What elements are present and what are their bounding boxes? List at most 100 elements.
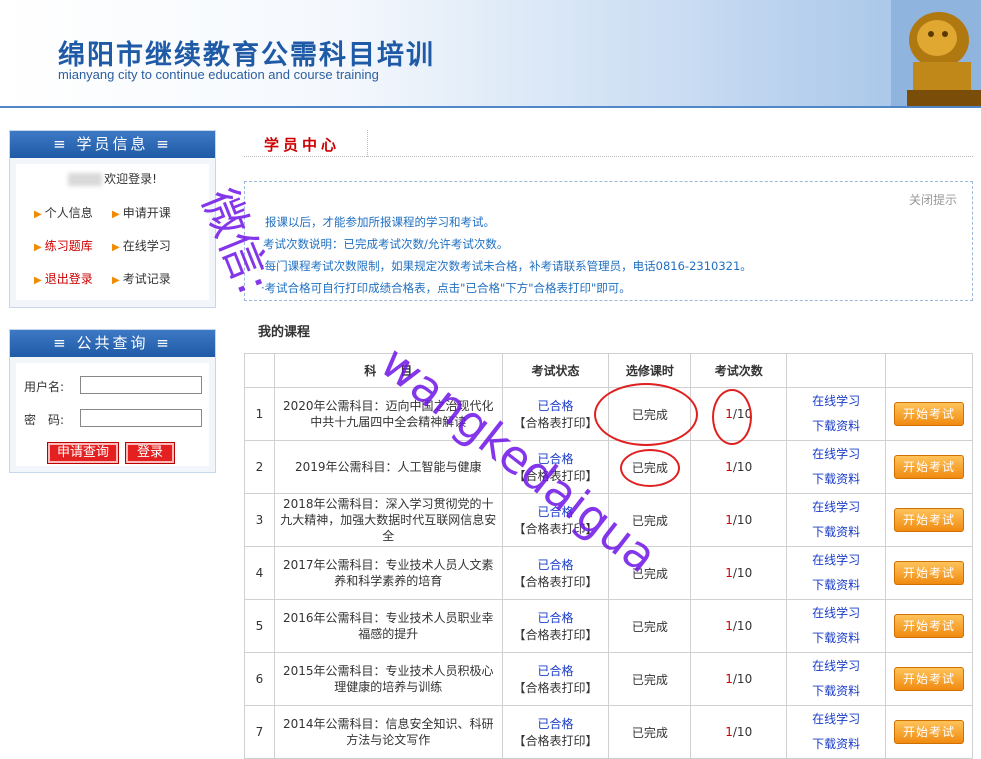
exam-status-cell: 已合格 【合格表打印】 (501, 387, 610, 441)
exam-count: 1/10 (690, 546, 788, 600)
public-query-body: 用户名: 密 码: 申请查询 登录 (16, 363, 209, 466)
link-practice-bank[interactable]: ▶ 练习题库 (34, 237, 93, 254)
passed-link[interactable]: 已合格 (503, 662, 609, 679)
download-materials-link[interactable]: 下载资料 (787, 732, 885, 757)
passed-link[interactable]: 已合格 (503, 397, 609, 414)
table-row: 5 2016年公需科目：专业技术人员职业幸福感的提升 已合格 【合格表打印】 已完成 1/… (244, 599, 974, 653)
print-certificate-link[interactable]: 【合格表打印】 (503, 414, 609, 431)
link-apply-course[interactable]: ▶ 申请开课 (112, 204, 171, 221)
menu-icon: ≡ (148, 334, 172, 352)
public-query-panel: ≡ 公共查询 ≡ 用户名: 密 码: 申请查询 登录 (9, 329, 216, 473)
arrow-right-icon: ▶ (34, 275, 42, 286)
student-info-body: 欢迎登录! ▶ 个人信息 ▶ 申请开课 ▶ 练习题库 ▶ 在线学习 ▶ 退出登录 ▶ 考试记… (16, 164, 209, 300)
table-header-row: 科 目 考试状态 选修课时 考试次数 (244, 353, 974, 388)
exam-status-cell: 已合格 【合格表打印】 (501, 652, 610, 706)
start-exam-button[interactable]: 开始考试 (893, 402, 964, 426)
print-certificate-link[interactable]: 【合格表打印】 (503, 732, 609, 749)
print-certificate-link[interactable]: 【合格表打印】 (503, 626, 609, 643)
print-certificate-link[interactable]: 【合格表打印】 (503, 573, 609, 590)
download-materials-link[interactable]: 下载资料 (787, 520, 885, 545)
notice-box: 关闭提示 报课以后，才能参加所报课程的学习和考试。 考试次数说明：已完成考试次数… (244, 181, 973, 301)
col-header-exam-status: 考试状态 (501, 353, 610, 388)
exam-count-done: 1 (725, 460, 733, 474)
print-certificate-link[interactable]: 【合格表打印】 (503, 520, 609, 537)
exam-count-total: /10 (732, 672, 753, 686)
online-study-link[interactable]: 在线学习 (787, 654, 885, 679)
start-exam-button[interactable]: 开始考试 (893, 667, 964, 691)
exam-count-total: /10 (732, 513, 753, 527)
col-header-elective-hours: 选修课时 (608, 353, 692, 388)
exam-count-done: 1 (725, 513, 733, 527)
start-exam-button[interactable]: 开始考试 (893, 720, 964, 744)
elective-hours: 已完成 (608, 652, 692, 706)
exam-count-done: 1 (725, 407, 733, 421)
online-study-link[interactable]: 在线学习 (787, 442, 885, 467)
download-materials-link[interactable]: 下载资料 (787, 573, 885, 598)
col-header-exam-count: 考试次数 (690, 353, 788, 388)
download-materials-link[interactable]: 下载资料 (787, 679, 885, 704)
arrow-right-icon: ▶ (34, 209, 42, 220)
link-online-study[interactable]: ▶ 在线学习 (112, 237, 171, 254)
download-materials-link[interactable]: 下载资料 (787, 467, 885, 492)
passed-link[interactable]: 已合格 (503, 503, 609, 520)
link-label: 在线学习 (122, 239, 171, 253)
exam-count-total: /10 (732, 619, 753, 633)
action-cell: 开始考试 (884, 652, 974, 706)
public-query-title: 公共查询 (76, 334, 149, 352)
exam-count: 1/10 (690, 599, 788, 653)
passed-link[interactable]: 已合格 (503, 609, 609, 626)
links-cell: 在线学习 下载资料 (786, 387, 886, 441)
menu-icon: ≡ (148, 135, 172, 153)
col-header-actions (884, 353, 974, 388)
elective-hours: 已完成 (608, 705, 692, 759)
link-label: 个人信息 (44, 206, 93, 220)
passed-link[interactable]: 已合格 (503, 556, 609, 573)
exam-status-cell: 已合格 【合格表打印】 (501, 599, 610, 653)
link-logout[interactable]: ▶ 退出登录 (34, 270, 93, 287)
exam-count-total: /10 (732, 566, 753, 580)
passed-link[interactable]: 已合格 (503, 450, 609, 467)
row-number: 7 (244, 705, 275, 759)
row-number: 5 (244, 599, 275, 653)
download-materials-link[interactable]: 下载资料 (787, 414, 885, 439)
close-tip-link[interactable]: 关闭提示 (909, 191, 957, 208)
col-header-no (244, 353, 275, 388)
exam-count: 1/10 (690, 493, 788, 547)
tab-member-center[interactable]: 学员中心 (264, 134, 340, 155)
action-cell: 开始考试 (884, 599, 974, 653)
online-study-link[interactable]: 在线学习 (787, 601, 885, 626)
table-row: 2 2019年公需科目：人工智能与健康 已合格 【合格表打印】 已完成 1/10 在线学习下… (244, 440, 974, 494)
online-study-link[interactable]: 在线学习 (787, 707, 885, 732)
online-study-link[interactable]: 在线学习 (787, 548, 885, 573)
lion-statue-logo (891, 0, 981, 106)
row-number: 2 (244, 440, 275, 494)
link-exam-records[interactable]: ▶ 考试记录 (112, 270, 171, 287)
online-study-link[interactable]: 在线学习 (787, 389, 885, 414)
login-button[interactable]: 登录 (125, 442, 175, 464)
start-exam-button[interactable]: 开始考试 (893, 561, 964, 585)
download-materials-link[interactable]: 下载资料 (787, 626, 885, 651)
row-number: 6 (244, 652, 275, 706)
links-cell: 在线学习 下载资料 (786, 440, 886, 494)
passed-link[interactable]: 已合格 (503, 715, 609, 732)
arrow-right-icon: ▶ (34, 242, 42, 253)
apply-query-button[interactable]: 申请查询 (47, 442, 119, 464)
links-cell: 在线学习 下载资料 (786, 546, 886, 600)
start-exam-button[interactable]: 开始考试 (893, 508, 964, 532)
link-label: 退出登录 (44, 272, 93, 286)
tab-divider (367, 130, 368, 157)
print-certificate-link[interactable]: 【合格表打印】 (503, 467, 609, 484)
username-input[interactable] (80, 376, 202, 394)
online-study-link[interactable]: 在线学习 (787, 495, 885, 520)
public-query-header: ≡ 公共查询 ≡ (10, 330, 215, 357)
elective-hours: 已完成 (608, 599, 692, 653)
password-input[interactable] (80, 409, 202, 427)
link-personal-info[interactable]: ▶ 个人信息 (34, 204, 93, 221)
print-certificate-link[interactable]: 【合格表打印】 (503, 679, 609, 696)
exam-count-done: 1 (725, 725, 733, 739)
start-exam-button[interactable]: 开始考试 (893, 614, 964, 638)
links-cell: 在线学习 下载资料 (786, 599, 886, 653)
exam-count-done: 1 (725, 619, 733, 633)
exam-count-total: /10 (732, 460, 753, 474)
start-exam-button[interactable]: 开始考试 (893, 455, 964, 479)
